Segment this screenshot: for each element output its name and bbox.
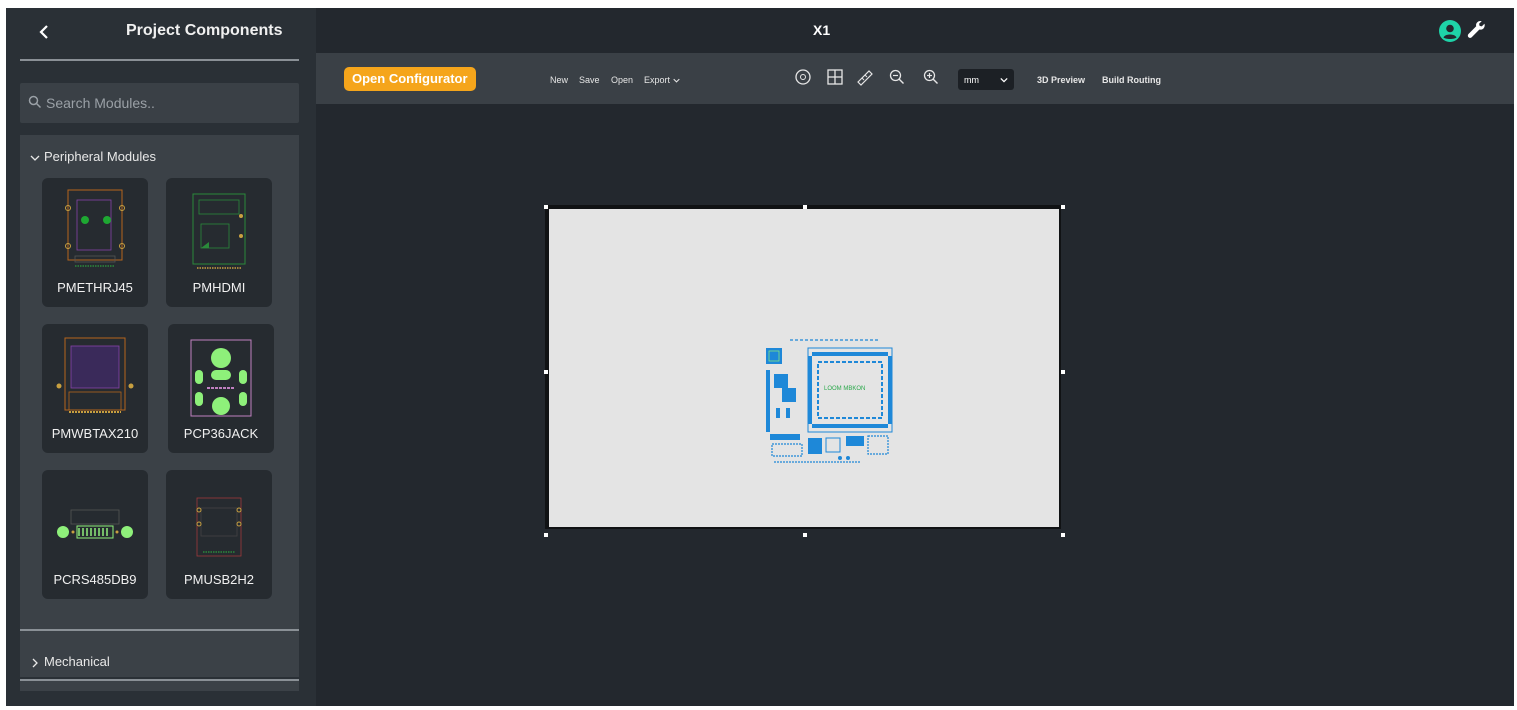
target-icon[interactable] bbox=[794, 68, 812, 86]
unit-select[interactable]: mm bbox=[958, 69, 1014, 90]
svg-text:LOOM MBKON: LOOM MBKON bbox=[824, 386, 865, 392]
chevron-right-icon bbox=[32, 658, 38, 668]
top-bar: X1 bbox=[316, 8, 1514, 52]
chevron-down-icon bbox=[672, 78, 680, 83]
module-thumbnail-icon bbox=[196, 497, 242, 557]
ruler-icon[interactable] bbox=[856, 68, 874, 86]
module-label: PMUSB2H2 bbox=[183, 572, 255, 587]
chevron-down-icon bbox=[1000, 77, 1008, 83]
search-icon bbox=[28, 95, 42, 109]
resize-handle-top-right[interactable] bbox=[1061, 205, 1065, 209]
module-label: PCRS485DB9 bbox=[53, 572, 137, 587]
resize-handle-bottom-left[interactable] bbox=[544, 533, 548, 537]
document-title: X1 bbox=[813, 22, 831, 38]
module-card-pmusb2h2[interactable]: PMUSB2H2 bbox=[166, 470, 272, 599]
mechanical-group: Mechanical bbox=[20, 631, 299, 677]
export-label: Export bbox=[644, 75, 671, 85]
unit-value: mm bbox=[964, 75, 979, 85]
resize-handle-top-left[interactable] bbox=[544, 205, 548, 209]
module-card-pmethrj45[interactable]: PMETHRJ45 bbox=[42, 178, 148, 307]
module-card-pmhdmi[interactable]: PMHDMI bbox=[166, 178, 272, 307]
save-button[interactable]: Save bbox=[579, 75, 600, 85]
resize-handle-right[interactable] bbox=[1061, 370, 1065, 374]
sidebar-title: Project Components bbox=[126, 22, 283, 39]
search-input[interactable] bbox=[44, 83, 296, 123]
module-label: PMWBTAX210 bbox=[51, 426, 139, 441]
resize-handle-bottom[interactable] bbox=[803, 533, 807, 537]
user-circle-icon[interactable] bbox=[1439, 20, 1461, 42]
module-card-pcp36jack[interactable]: PCP36JACK bbox=[168, 324, 274, 453]
panel-footer bbox=[20, 681, 299, 691]
peripheral-modules-group: Peripheral Modules PMETHRJ45 PMHDMI PMWB… bbox=[20, 135, 299, 629]
grid-icon[interactable] bbox=[826, 68, 844, 86]
chevron-left-icon[interactable] bbox=[34, 20, 54, 44]
toolbar: Open Configurator New Save Open Export m… bbox=[316, 53, 1514, 104]
group-toggle-mechanical[interactable]: Mechanical bbox=[30, 654, 110, 669]
module-thumbnail-icon bbox=[65, 189, 125, 267]
module-card-pcrs485db9[interactable]: PCRS485DB9 bbox=[42, 470, 148, 599]
sidebar: Project Components Peripheral Modules bbox=[6, 8, 316, 706]
resize-handle-left[interactable] bbox=[544, 370, 548, 374]
divider bbox=[20, 59, 299, 61]
module-thumbnail-icon bbox=[192, 193, 246, 269]
group-toggle-peripheral[interactable]: Peripheral Modules bbox=[30, 149, 156, 164]
wrench-icon[interactable] bbox=[1466, 19, 1488, 41]
module-thumbnail-icon bbox=[190, 339, 252, 417]
search-box[interactable] bbox=[20, 83, 299, 123]
resize-handle-bottom-right[interactable] bbox=[1061, 533, 1065, 537]
resize-handle-top[interactable] bbox=[803, 205, 807, 209]
group-label: Peripheral Modules bbox=[44, 149, 157, 164]
module-thumbnail-icon bbox=[57, 509, 133, 539]
module-thumbnail-icon bbox=[56, 337, 134, 413]
sidebar-header: Project Components bbox=[6, 8, 316, 56]
pcb-layout-graphic[interactable]: LOOM MBKON bbox=[760, 338, 893, 464]
new-button[interactable]: New bbox=[550, 75, 568, 85]
open-configurator-button[interactable]: Open Configurator bbox=[344, 67, 476, 91]
open-button[interactable]: Open bbox=[611, 75, 633, 85]
module-label: PMETHRJ45 bbox=[57, 280, 133, 295]
zoom-out-icon[interactable] bbox=[888, 68, 906, 86]
export-menu[interactable]: Export bbox=[644, 75, 680, 85]
chevron-down-icon bbox=[30, 155, 40, 161]
build-routing-button[interactable]: Build Routing bbox=[1102, 75, 1161, 85]
module-label: PMHDMI bbox=[192, 280, 246, 295]
module-card-pmwbtax210[interactable]: PMWBTAX210 bbox=[42, 324, 148, 453]
module-label: PCP36JACK bbox=[183, 426, 259, 441]
group-label: Mechanical bbox=[44, 654, 110, 669]
3d-preview-button[interactable]: 3D Preview bbox=[1037, 75, 1085, 85]
zoom-in-icon[interactable] bbox=[922, 68, 940, 86]
